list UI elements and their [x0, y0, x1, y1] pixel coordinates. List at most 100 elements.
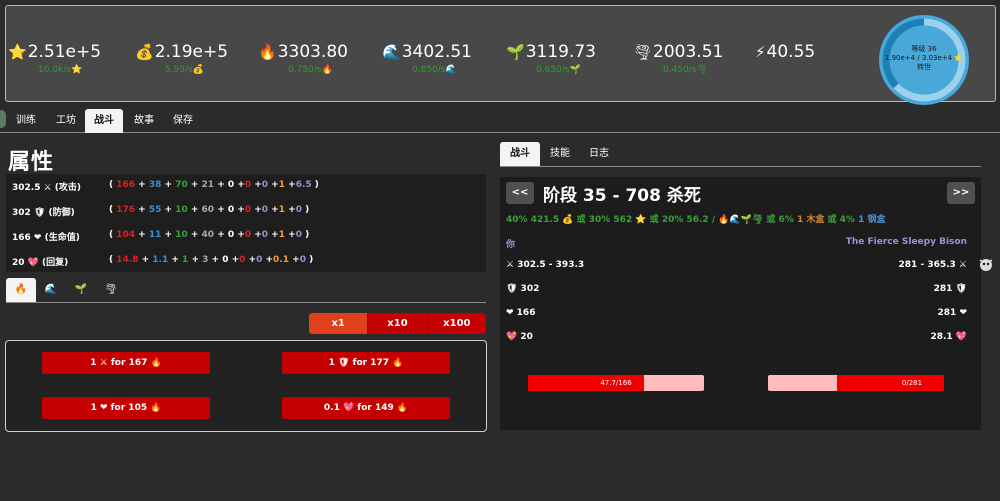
- stat-name: 302 🛡 (防御): [12, 208, 75, 218]
- stat-term: +: [245, 255, 257, 265]
- multiplier-button[interactable]: x1: [309, 313, 369, 334]
- stat-term: 38: [148, 180, 162, 190]
- stat-term: 176: [116, 205, 136, 215]
- resource-5: 🌪 2003.51 0.450/s🌪: [633, 42, 723, 75]
- battle-panel: << 阶段 35 - 708 杀死 >> 40% 421.5 💰 或 30% 5…: [500, 177, 981, 430]
- resource-rate: 5.95/s💰: [135, 65, 228, 75]
- element-tab-bar: 🔥 🌊 🌱 🌪: [6, 278, 486, 303]
- resource-1: 💰 2.19e+5 5.95/s💰: [135, 42, 228, 75]
- resource-value: 2.51e+5: [27, 42, 102, 62]
- resource-rate: 0.450/s🌪: [633, 65, 723, 75]
- loot-segment: 1 木盒: [796, 215, 825, 225]
- resource-value: 3303.80: [277, 42, 348, 62]
- enemy-hp-bar: 0/281: [768, 375, 944, 391]
- stat-table: 302.5 ⚔ (攻击) ( 166 + 38 + 70 + 21 + 0 +0 …: [6, 174, 486, 272]
- multiplier-button[interactable]: x10: [368, 313, 428, 334]
- resource-rate: 0.750/s🔥: [258, 65, 348, 75]
- fire-tab[interactable]: 🔥: [6, 278, 36, 302]
- battle-tab-0[interactable]: 战斗: [500, 142, 540, 166]
- prev-stage-button[interactable]: <<: [506, 182, 534, 204]
- stat-term: ): [301, 230, 310, 240]
- stat-row: 166 ❤ (生命值) ( 104 + 11 + 10 + 40 + 0 +0 +…: [12, 230, 309, 243]
- level-ring[interactable]: 等级 36 1.90e+4 / 3.03e+4 ⭐ 转世: [878, 14, 970, 106]
- stat-term: 10: [175, 230, 188, 240]
- stat-term: +: [285, 180, 296, 190]
- resource-value: 3119.73: [525, 42, 596, 62]
- stat-term: ): [311, 180, 319, 190]
- stat-term: +: [187, 205, 202, 215]
- multiplier-button[interactable]: x100: [427, 313, 486, 334]
- enemy-stat: 281 - 365.3 ⚔: [898, 260, 967, 270]
- main-tab-0[interactable]: 训练: [7, 109, 45, 133]
- stat-term: + 0 +: [214, 230, 245, 240]
- buy-attack-button[interactable]: 1 ⚔ for 167 🔥: [42, 352, 210, 374]
- stat-term: 10: [175, 205, 188, 215]
- stat-term: + 0 +: [208, 255, 240, 265]
- stat-row: 302.5 ⚔ (攻击) ( 166 + 38 + 70 + 21 + 0 +0 …: [12, 180, 319, 193]
- stat-row: 20 💖 (回复) ( 14.8 + 1.1 + 1 + 3 + 0 +0 +0 …: [12, 255, 313, 268]
- rebirth-link[interactable]: 转世: [878, 63, 970, 72]
- attributes-title: 属性: [8, 150, 55, 175]
- main-tab-3[interactable]: 故事: [125, 109, 163, 133]
- stat-term: +: [251, 205, 262, 215]
- stat-term: 11: [148, 230, 162, 240]
- resource-rate: 0.850/s🌊: [382, 65, 472, 75]
- battle-tab-2[interactable]: 日志: [579, 142, 619, 166]
- resource-rate-value: 5.95/s: [165, 65, 193, 75]
- earth-tab[interactable]: 🌱: [66, 278, 96, 302]
- main-tab-2[interactable]: 战斗: [85, 109, 123, 133]
- resource-6: ⚡ 40.55: [755, 42, 815, 62]
- resource-value: 2.19e+5: [154, 42, 229, 62]
- stat-term: ): [301, 205, 310, 215]
- stat-term: 1.1: [152, 255, 169, 265]
- resource-value: 2003.51: [653, 42, 724, 62]
- stat-term: +: [168, 255, 183, 265]
- player-stat: ⚔ 302.5 - 393.3: [506, 260, 585, 270]
- resource-icon: 🔥: [258, 43, 277, 61]
- resource-rate-value: 0.850/s: [412, 65, 446, 75]
- stat-term: ): [305, 255, 314, 265]
- resource-rate-icon: 🌱: [569, 65, 581, 75]
- buy-health-button[interactable]: 1 ❤ for 105 🔥: [42, 397, 210, 419]
- buy-defense-button[interactable]: 1 🛡 for 177 🔥: [282, 352, 450, 374]
- stat-name: 166 ❤ (生命值): [12, 233, 80, 243]
- stat-term: 166: [116, 180, 136, 190]
- enemy-stat: 28.1 💖: [930, 332, 967, 342]
- resource-icon: 🌪: [633, 43, 653, 61]
- resource-rate-value: 0.650/s: [536, 65, 570, 75]
- stat-breakdown: ( 14.8 + 1.1 + 1 + 3 + 0 +0 +0 +0.1 +0 ): [109, 255, 313, 268]
- stat-breakdown: ( 176 + 55 + 10 + 60 + 0 +0 +0 +1 +0 ): [109, 205, 309, 218]
- stat-term: 55: [148, 205, 162, 215]
- buy-regen-button[interactable]: 0.1 💖 for 149 🔥: [282, 397, 450, 419]
- stat-term: +: [135, 230, 149, 240]
- resource-rate-value: 10.0k/s: [38, 65, 71, 75]
- stat-term: +: [268, 230, 279, 240]
- monster-icon: [978, 256, 994, 272]
- level-label: 等级 36: [911, 45, 937, 53]
- player-hp-text: 47.7/166: [600, 379, 632, 387]
- resource-rate-icon: ⭐: [70, 65, 83, 75]
- loot-segment: 或 4%: [824, 215, 859, 225]
- main-tab-4[interactable]: 保存: [164, 109, 202, 133]
- multiplier-group: x1 x10 x100: [309, 313, 486, 334]
- battle-tab-bar: 战斗 技能 日志: [500, 142, 981, 167]
- enemy-hp-text: 0/281: [901, 379, 923, 387]
- stat-term: 60: [201, 205, 215, 215]
- player-stat: 💖 20: [506, 332, 533, 342]
- wind-tab[interactable]: 🌪: [96, 278, 126, 302]
- stat-term: +: [138, 255, 153, 265]
- loot-line: 40% 421.5 💰 或 30% 562 ⭐ 或 20% 56.2 / 🔥🌊🌱…: [506, 212, 885, 225]
- resource-2: 🔥 3303.80 0.750/s🔥: [258, 42, 348, 75]
- water-tab[interactable]: 🌊: [36, 278, 66, 302]
- next-stage-button[interactable]: >>: [947, 182, 975, 204]
- stat-term: +: [161, 230, 176, 240]
- main-tab-1[interactable]: 工坊: [47, 109, 85, 133]
- resource-icon: 🌊: [382, 43, 401, 61]
- stat-name: 302.5 ⚔ (攻击): [12, 183, 82, 193]
- stat-term: +: [268, 180, 279, 190]
- battle-tab-1[interactable]: 技能: [540, 142, 580, 166]
- upgrade-panel: 1 ⚔ for 167 🔥 1 🛡 for 177 🔥 1 ❤ for 105 🔥 0…: [5, 340, 487, 432]
- resource-rate: 10.0k/s⭐: [8, 65, 101, 75]
- stat-term: 0.1: [273, 255, 289, 265]
- player-hp-bar: 47.7/166: [528, 375, 704, 391]
